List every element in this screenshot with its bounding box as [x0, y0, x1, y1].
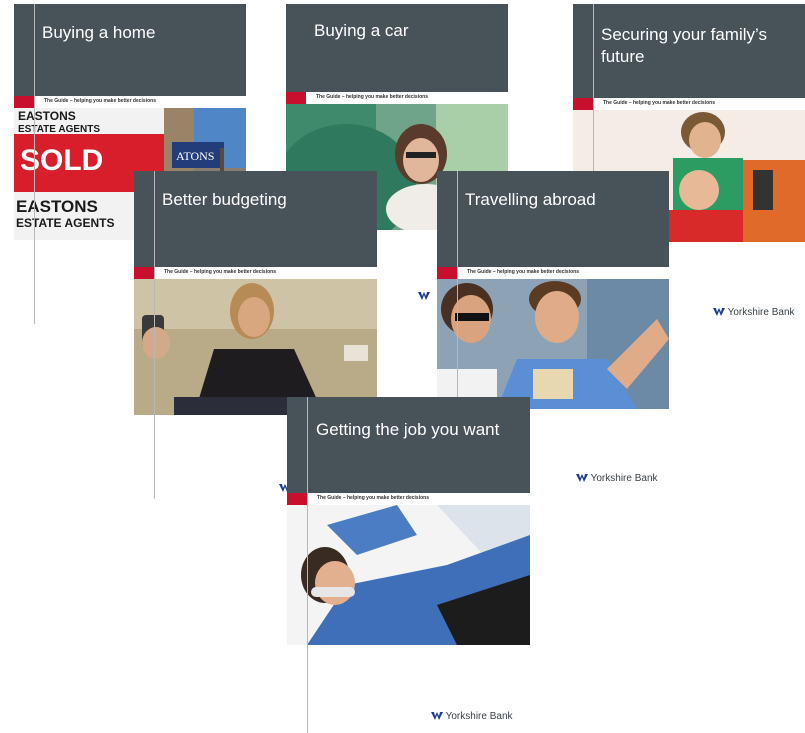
red-accent — [573, 98, 593, 110]
brochure-getting-the-job-you-want: Getting the job you want The Guide – hel… — [287, 397, 530, 733]
tagline: The Guide – helping you make better deci… — [164, 269, 276, 275]
photo-man-phone — [287, 505, 530, 645]
tagline-bar: The Guide – helping you make better deci… — [286, 92, 508, 104]
tagline: The Guide – helping you make better deci… — [316, 94, 428, 100]
yorkshire-bank-logo: Yorkshire Bank — [431, 711, 513, 722]
tagline-bar: The Guide – helping you make better deci… — [134, 267, 377, 279]
red-accent — [286, 92, 306, 104]
brochure-title: Buying a home — [42, 23, 156, 42]
brochure-travelling-abroad: Travelling abroad The Guide – helping yo… — [437, 171, 669, 409]
red-accent — [437, 267, 457, 279]
yorkshire-bank-logo-partial — [418, 291, 436, 302]
photo-travellers — [437, 279, 669, 409]
brochure-title: Getting the job you want — [316, 420, 500, 439]
job-image — [287, 505, 530, 645]
sign-eastons-top: EASTONS — [18, 109, 76, 123]
sign-eastons-bottom: EASTONS — [16, 197, 98, 216]
tagline: The Guide – helping you make better deci… — [467, 269, 579, 275]
yorkshire-bank-logo: Yorkshire Bank — [713, 307, 795, 318]
brochure-header — [287, 397, 530, 493]
brochure-title: Travelling abroad — [465, 190, 596, 209]
budgeting-image — [134, 279, 377, 415]
bank-name: Yorkshire Bank — [445, 711, 513, 722]
photo-woman-phone — [134, 279, 377, 415]
yorkshire-bank-icon — [418, 291, 430, 300]
travel-image — [437, 279, 669, 409]
brochure-header — [14, 4, 246, 96]
red-accent — [14, 96, 34, 108]
page-edge-line — [154, 171, 155, 499]
brochure-title: Buying a car — [314, 21, 409, 40]
yorkshire-bank-icon — [713, 307, 725, 316]
tagline-bar: The Guide – helping you make better deci… — [437, 267, 669, 279]
brochure-title: Securing your family’s future — [601, 25, 767, 66]
page-edge-line — [34, 4, 35, 324]
page-edge-line — [307, 397, 308, 733]
red-accent — [134, 267, 154, 279]
yorkshire-bank-logo-partial — [279, 483, 287, 494]
yorkshire-bank-logo: Yorkshire Bank — [576, 473, 658, 484]
sign-estate-agents-top: ESTATE AGENTS — [18, 124, 100, 135]
yorkshire-bank-icon — [576, 473, 588, 482]
tagline: The Guide – helping you make better deci… — [603, 100, 715, 106]
brochure-header — [437, 171, 669, 267]
bank-name: Yorkshire Bank — [590, 473, 658, 484]
page-edge-line — [457, 171, 458, 409]
yorkshire-bank-icon — [431, 711, 443, 720]
tagline-bar: The Guide – helping you make better deci… — [573, 98, 805, 110]
brochure-better-budgeting: Better budgeting The Guide – helping you… — [134, 171, 377, 415]
brochure-title: Better budgeting — [162, 190, 287, 209]
sign-small: ATONS — [176, 149, 214, 163]
sign-estate-agents-bottom: ESTATE AGENTS — [16, 216, 114, 230]
sign-sold: SOLD — [20, 144, 103, 177]
bank-name: Yorkshire Bank — [727, 307, 795, 318]
yorkshire-bank-icon — [279, 483, 287, 492]
tagline: The Guide – helping you make better deci… — [317, 495, 429, 501]
red-accent — [287, 493, 307, 505]
tagline-bar: The Guide – helping you make better deci… — [14, 96, 246, 108]
brochure-header — [286, 4, 508, 92]
tagline-bar: The Guide – helping you make better deci… — [287, 493, 530, 505]
brochure-header — [134, 171, 377, 267]
tagline: The Guide – helping you make better deci… — [44, 98, 156, 104]
